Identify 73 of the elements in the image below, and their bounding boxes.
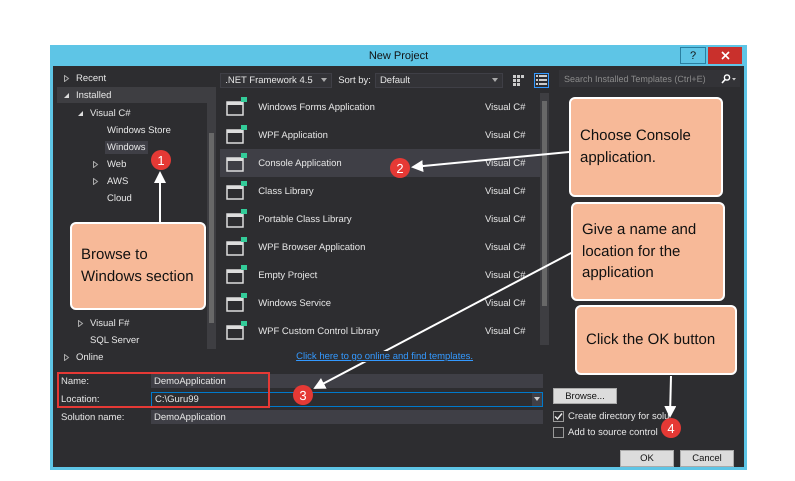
text-field[interactable]: DemoApplication	[151, 410, 543, 424]
tree-item[interactable]: Visual C#	[57, 105, 208, 122]
window-icon	[226, 181, 248, 201]
expander-icon[interactable]	[77, 320, 84, 328]
template-item[interactable]: Windows Forms Application Visual C#	[220, 93, 540, 121]
tree-item[interactable]: Installed	[57, 86, 216, 104]
scrollbar[interactable]	[540, 93, 549, 345]
caret-icon	[534, 397, 540, 401]
window-icon	[226, 293, 248, 313]
search-icon	[721, 74, 737, 84]
window-icon	[226, 153, 248, 173]
scrollbar[interactable]	[207, 103, 216, 350]
checkbox[interactable]	[553, 427, 564, 438]
template-item[interactable]: Empty Project Visual C#	[220, 261, 540, 289]
expander-icon[interactable]	[92, 161, 99, 168]
window-icon	[226, 265, 248, 285]
tree-item[interactable]: Windows	[105, 141, 148, 154]
window-icon	[226, 321, 248, 341]
expander-icon[interactable]	[63, 74, 70, 82]
field-label: Location:	[60, 394, 101, 404]
step-badge: 1	[151, 150, 171, 170]
close-icon	[720, 51, 730, 60]
tree-item[interactable]: Cloud	[105, 192, 134, 206]
tree-item[interactable]: Recent	[57, 70, 216, 87]
cancel-button[interactable]: Cancel	[680, 450, 734, 467]
online-templates-link[interactable]: Click here to go online and find templates.	[296, 351, 474, 362]
ok-button[interactable]: OK	[620, 450, 674, 467]
template-item[interactable]: Windows Service Visual C#	[220, 289, 540, 317]
expander-icon[interactable]	[92, 178, 99, 186]
tree-item[interactable]: SQL Server	[57, 332, 208, 350]
template-item[interactable]: WPF Application Visual C#	[220, 121, 540, 149]
window-title: New Project	[368, 50, 428, 62]
tree-item[interactable]: Visual F#	[57, 315, 208, 332]
close-button[interactable]	[708, 47, 742, 64]
template-item[interactable]: WPF Browser Application Visual C#	[220, 233, 540, 261]
sort-label: Sort by:	[338, 74, 371, 86]
window-icon	[226, 237, 248, 257]
callout-note: Click the OK button	[575, 305, 737, 375]
step-badge: 4	[661, 418, 681, 438]
template-item[interactable]: Class Library Visual C#	[220, 177, 540, 205]
checkbox-label: Add to source control	[568, 427, 658, 438]
framework-dropdown[interactable]: .NET Framework 4.5	[220, 72, 332, 88]
search-field[interactable]: Search Installed Templates (Ctrl+E)	[558, 70, 740, 87]
check-icon	[554, 412, 563, 421]
sort-dropdown[interactable]: Default	[374, 72, 503, 88]
caret-icon	[492, 78, 498, 82]
tree-item[interactable]: Online	[57, 349, 216, 366]
expander-icon[interactable]	[63, 92, 70, 99]
text-field[interactable]: DemoApplication	[151, 374, 543, 388]
tree-item[interactable]: Web	[105, 158, 128, 172]
tree-item[interactable]: Windows Store	[105, 124, 173, 138]
field-label: Solution name:	[60, 412, 126, 422]
caret-icon	[321, 78, 328, 82]
grid-view-button[interactable]	[510, 72, 526, 88]
field-label: Name:	[60, 376, 90, 386]
window-icon	[226, 125, 248, 145]
window-icon	[226, 209, 248, 229]
arrow	[154, 171, 166, 222]
window-icon	[226, 97, 248, 117]
expander-icon[interactable]	[63, 354, 70, 362]
help-button[interactable]: ?	[680, 47, 706, 64]
browse-button[interactable]: Browse...	[553, 388, 617, 404]
grid-icon	[512, 74, 524, 86]
callout-note: Give a name and location for the application	[571, 202, 725, 301]
template-item[interactable]: Portable Class Library Visual C#	[220, 205, 540, 233]
tree-item[interactable]: AWS	[105, 175, 130, 188]
list-view-button[interactable]	[534, 72, 549, 88]
checkbox[interactable]	[553, 411, 564, 422]
callout-note: Choose Console application.	[569, 97, 723, 197]
template-item[interactable]: WPF Custom Control Library Visual C#	[220, 317, 540, 345]
list-icon	[536, 74, 547, 86]
expander-icon[interactable]	[77, 110, 84, 118]
callout-note: Browse to Windows section	[70, 222, 206, 310]
